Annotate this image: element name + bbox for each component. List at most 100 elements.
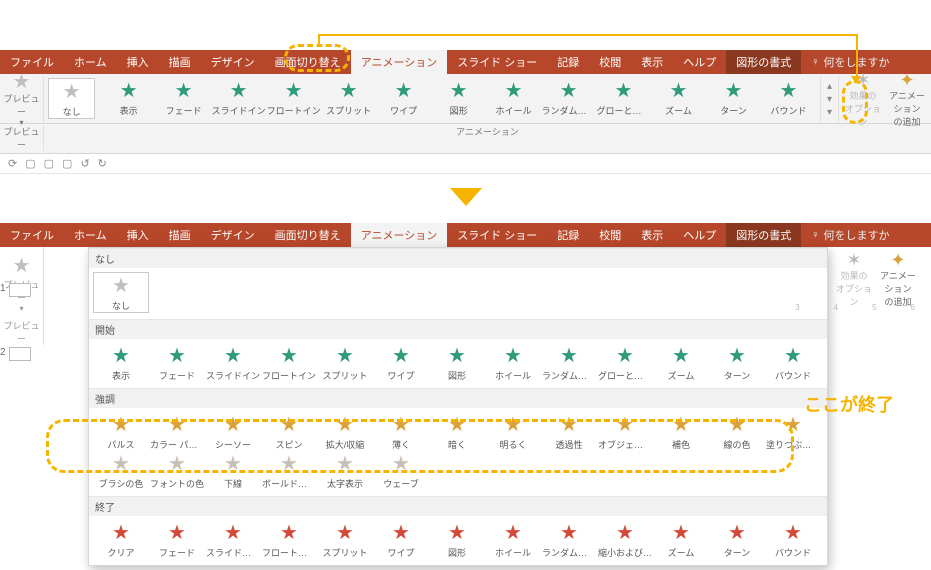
quickbar-icon[interactable]: ↺ [80,157,89,170]
ribbon-tab[interactable]: ホーム [64,50,117,74]
ribbon-tab[interactable]: ホーム [64,223,117,247]
quickbar-icon[interactable]: ▢ [62,157,72,170]
animation-item[interactable]: ★なし [93,272,149,313]
animation-item[interactable]: ★線の色 [709,412,765,451]
animation-item[interactable]: ★ワイプ [373,343,429,382]
animation-item[interactable]: ★ターン [706,78,761,117]
animation-item[interactable]: ★太字表示 [317,451,373,490]
animation-item[interactable]: ★フォントの色 [149,451,205,490]
ribbon-tab[interactable]: 表示 [631,223,673,247]
gallery-more-button[interactable]: ▴ ▾ ▾ [820,76,838,123]
animation-item[interactable]: ★ターン [709,520,765,559]
quickbar-icon[interactable]: ▢ [44,157,54,170]
animation-item[interactable]: ★フェード [149,520,205,559]
animation-item[interactable]: ★補色 [653,412,709,451]
ribbon-tab[interactable]: デザイン [201,223,265,247]
preview-button[interactable]: ★ プレビュー ▾ [0,76,44,123]
animation-item[interactable]: ★図形 [429,343,485,382]
animation-item[interactable]: ★ワイプ [376,78,431,117]
context-tab[interactable]: 図形の書式 [726,50,801,74]
animation-item[interactable]: ★ランダムスト… [541,343,597,382]
ribbon-tab[interactable]: スライド ショー [447,223,547,247]
tell-me-search[interactable]: ♀何をしますか [801,223,899,247]
ribbon-tab[interactable]: アニメーション [351,50,448,74]
animation-item[interactable]: ★拡大/収縮 [317,412,373,451]
animation-item[interactable]: ★グローとターン [596,78,651,117]
animation-item[interactable]: ★スプリット [321,78,376,117]
animation-item[interactable]: ★ランダムスト… [541,520,597,559]
ribbon-tab[interactable]: 表示 [631,50,673,74]
animation-item[interactable]: ★ズーム [653,520,709,559]
ribbon-tab[interactable]: 校閲 [589,50,631,74]
animation-item[interactable]: ★塗りつぶしの色 [765,412,821,451]
animation-item[interactable]: ★透過性 [541,412,597,451]
context-tab[interactable]: 図形の書式 [726,223,801,247]
animation-item[interactable]: ★フェード [156,78,211,117]
animation-item[interactable]: ★ワイプ [373,520,429,559]
animation-item[interactable]: ★クリア [93,520,149,559]
animation-item[interactable]: ★スライドアウト [205,520,261,559]
ribbon-tab[interactable]: 画面切り替え [265,223,351,247]
animation-item[interactable]: ★図形 [429,520,485,559]
slide-thumbnail[interactable]: 1 [0,283,40,297]
animation-item[interactable]: ★明るく [485,412,541,451]
animation-item[interactable]: ★フロートアウト [261,520,317,559]
ribbon-tab[interactable]: 記録 [547,50,589,74]
animation-item[interactable]: ★ランダムスト… [541,78,596,117]
animation-item[interactable]: ★バウンド [765,343,821,382]
ribbon-tab[interactable]: ヘルプ [673,223,726,247]
ribbon-tab[interactable]: 画面切り替え [265,50,351,74]
ribbon-tab[interactable]: 挿入 [117,50,159,74]
add-animation-button[interactable]: ✦ アニメーション の追加 [887,71,927,128]
quickbar-icon[interactable]: ▢ [25,157,35,170]
animation-item[interactable]: ★シーソー [205,412,261,451]
animation-item[interactable]: ★ホイール [485,343,541,382]
animation-item[interactable]: ★バウンド [761,78,816,117]
animation-item[interactable]: ★ブラシの色 [93,451,149,490]
ribbon-tab[interactable]: 描画 [159,50,201,74]
ribbon-tab[interactable]: スライド ショー [447,50,547,74]
animation-item[interactable]: ★なし [48,78,95,119]
animation-item[interactable]: ★ターン [709,343,765,382]
animation-item[interactable]: ★ウェーブ [373,451,429,490]
animation-item[interactable]: ★スプリット [317,343,373,382]
animation-item[interactable]: ★表示 [101,78,156,117]
animation-item[interactable]: ★薄く [373,412,429,451]
star-icon: ★ [725,80,743,102]
animation-item[interactable]: ★バウンド [765,520,821,559]
animation-item[interactable]: ★フェード [149,343,205,382]
animation-item[interactable]: ★スライドイン [205,343,261,382]
animation-item[interactable]: ★カラー パルス [149,412,205,451]
quickbar-icon[interactable]: ↻ [98,157,107,170]
animation-item[interactable]: ★ズーム [651,78,706,117]
animation-item[interactable]: ★ホイール [485,520,541,559]
animation-item[interactable]: ★表示 [93,343,149,382]
slide-thumbnail[interactable]: 2 [0,347,40,361]
animation-item[interactable]: ★暗く [429,412,485,451]
animation-item-label: 補色 [672,438,690,451]
ribbon-tab[interactable]: 挿入 [117,223,159,247]
animation-item[interactable]: ★ホイール [486,78,541,117]
ribbon-tab[interactable]: ヘルプ [673,50,726,74]
ribbon-tab[interactable]: 描画 [159,223,201,247]
animation-item[interactable]: ★グローとターン [597,343,653,382]
animation-item[interactable]: ★オブジェクト … [597,412,653,451]
animation-item[interactable]: ★フロートイン [261,343,317,382]
animation-item[interactable]: ★ボールドフラ… [261,451,317,490]
ribbon-tab[interactable]: ファイル [0,50,64,74]
quick-access-toolbar[interactable]: ⟳ ▢ ▢ ▢ ↺ ↻ [0,154,931,174]
ribbon-tab[interactable]: アニメーション [351,223,448,247]
animation-item[interactable]: ★スライドイン [211,78,266,117]
ribbon-tab[interactable]: 記録 [547,223,589,247]
ribbon-tab[interactable]: デザイン [201,50,265,74]
animation-item[interactable]: ★パルス [93,412,149,451]
ribbon-tab[interactable]: 校閲 [589,223,631,247]
animation-item[interactable]: ★下線 [205,451,261,490]
animation-item[interactable]: ★図形 [431,78,486,117]
animation-item[interactable]: ★ズーム [653,343,709,382]
animation-item[interactable]: ★フロートイン [266,78,321,117]
quickbar-icon[interactable]: ⟳ [8,157,17,170]
animation-item[interactable]: ★スプリット [317,520,373,559]
animation-item[interactable]: ★縮小および… [597,520,653,559]
animation-item[interactable]: ★スピン [261,412,317,451]
